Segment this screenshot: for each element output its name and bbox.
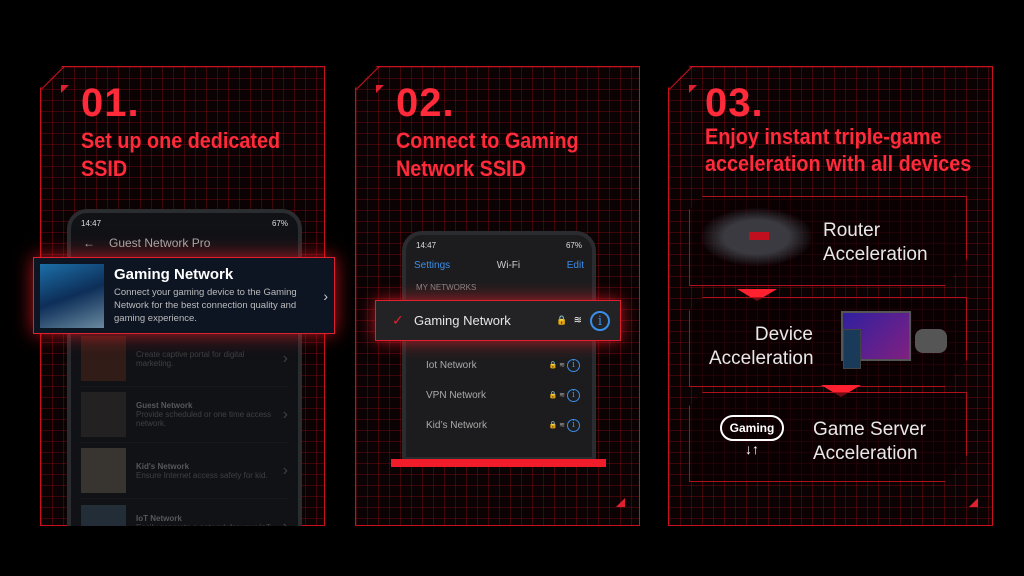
wifi-icon: ≋	[573, 315, 582, 326]
router-acceleration-label: Router Acceleration	[823, 220, 928, 265]
list-item[interactable]: Kid's Network Ensure Internet access safe…	[81, 443, 288, 499]
item-thumbnail	[81, 392, 126, 437]
corner-triangle	[689, 85, 697, 93]
step-number: 01.	[81, 81, 140, 125]
list-item[interactable]: Create captive portal for digital market…	[81, 331, 288, 387]
section-label: MY NETWORKS	[416, 283, 477, 292]
corner-triangle	[61, 85, 69, 93]
step-heading: Connect to Gaming Network SSID	[396, 128, 579, 181]
gaming-network-card[interactable]: Gaming Network Connect your gaming devic…	[33, 257, 335, 334]
game-server-acceleration-label: Game Server Acceleration	[813, 419, 926, 464]
screen-title: Wi-Fi	[496, 260, 521, 271]
network-row[interactable]: VPN Network 🔒 ≋ i	[406, 380, 592, 410]
item-thumbnail	[81, 448, 126, 493]
back-arrow-icon[interactable]: ←	[83, 236, 95, 250]
info-icon[interactable]: i	[567, 358, 580, 372]
list-item[interactable]: IoT Network Easily separate a network for…	[81, 499, 288, 526]
gaming-network-row[interactable]: ✓ Gaming Network 🔒 ≋ i	[375, 300, 621, 341]
chevron-right-icon: ›	[323, 287, 328, 304]
item-thumbnail	[81, 336, 126, 381]
step-2-panel: 02. Connect to Gaming Network SSID 14:47 6…	[355, 66, 640, 526]
red-bar	[391, 459, 606, 467]
corner-triangle	[616, 498, 625, 507]
status-time: 14:47	[81, 219, 102, 228]
phone-mockup: 14:47 67% Settings Wi-Fi Edit MY NETWORKS…	[402, 231, 596, 461]
info-icon[interactable]: i	[567, 418, 580, 432]
controller-image	[915, 329, 947, 353]
corner-triangle	[969, 498, 978, 507]
item-thumbnail	[81, 504, 126, 526]
list-item[interactable]: Guest Network Provide scheduled or one ti…	[81, 387, 288, 443]
gaming-cloud-icon: Gaming ↓↑	[720, 415, 784, 465]
step-heading: Set up one dedicated SSID	[81, 128, 281, 181]
corner-triangle	[376, 85, 384, 93]
phone-device-image	[843, 329, 861, 369]
settings-back-link[interactable]: Settings	[414, 260, 450, 271]
step-heading: Enjoy instant triple-game acceleration wi…	[705, 124, 972, 176]
router-image	[699, 207, 814, 267]
lock-icon: 🔒	[556, 315, 568, 325]
gaming-thumbnail	[40, 263, 104, 328]
step-3-panel: 03. Enjoy instant triple-game acceleratio…	[668, 66, 993, 526]
step-number: 03.	[705, 81, 764, 125]
network-row[interactable]: Iot Network 🔒 ≋ i	[406, 350, 592, 380]
info-icon[interactable]: i	[590, 310, 610, 331]
edit-link[interactable]: Edit	[567, 260, 584, 271]
screen-title: Guest Network Pro	[109, 236, 211, 250]
network-row[interactable]: Kid’s Network 🔒 ≋ i	[406, 410, 592, 440]
device-acceleration-label: Device Acceleration	[709, 324, 814, 369]
checkmark-icon: ✓	[392, 312, 404, 328]
info-icon[interactable]: i	[567, 388, 580, 402]
step-number: 02.	[396, 81, 455, 125]
status-battery: 67%	[271, 219, 288, 228]
